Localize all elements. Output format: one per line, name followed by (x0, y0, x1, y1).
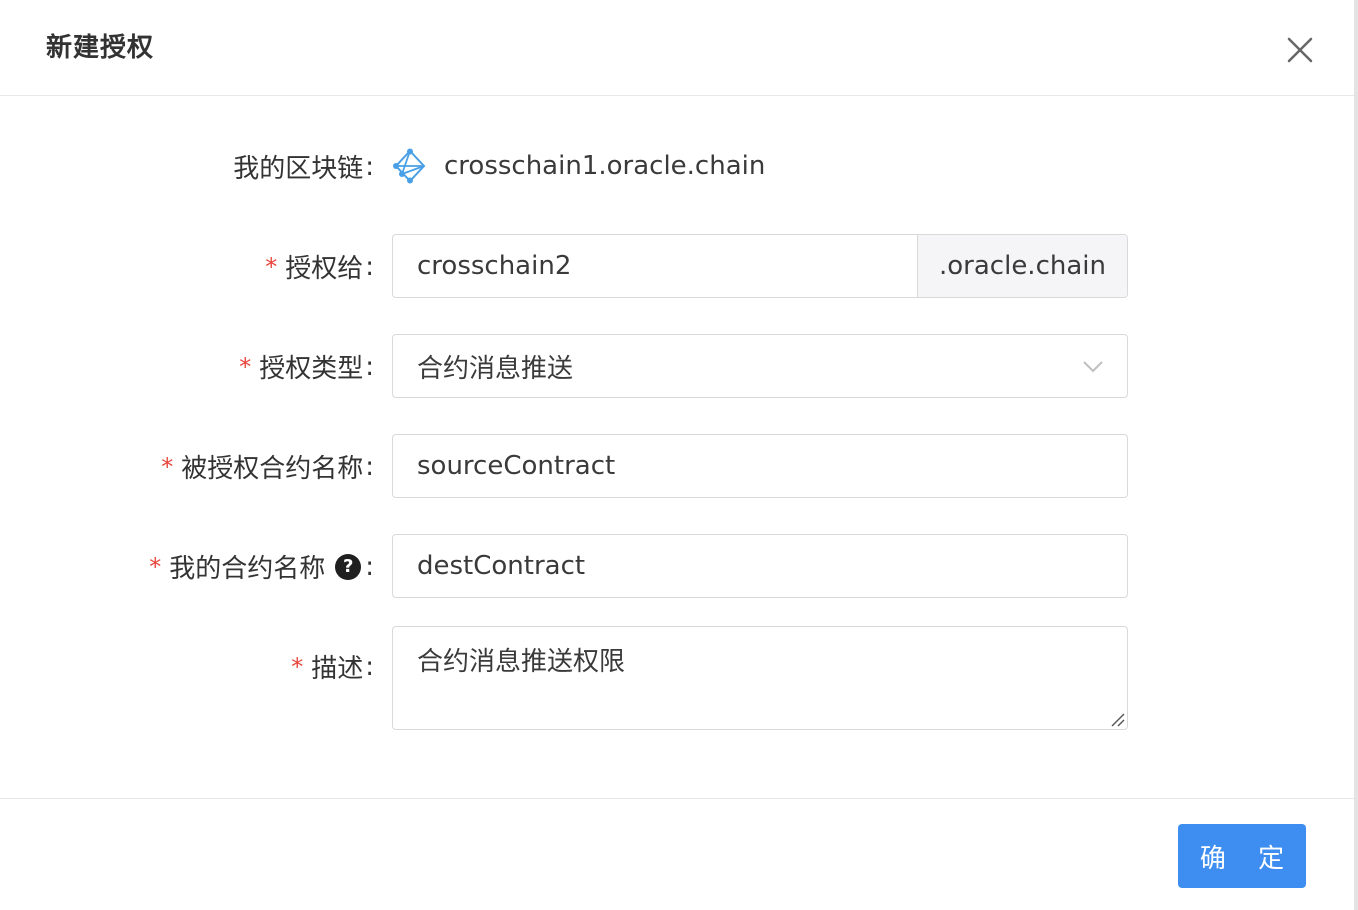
chevron-down-icon (1083, 361, 1103, 373)
label-colon: : (365, 651, 374, 682)
chain-network-icon (393, 148, 426, 184)
close-icon (1287, 37, 1313, 63)
new-authorization-dialog: 新建授权 我的区块链: crosschain1.oracle.chain * 授… (0, 0, 1358, 910)
form-row-auth-type: * 授权类型: 合约消息推送 (0, 334, 1354, 398)
auth-type-selected-value: 合约消息推送 (417, 353, 574, 384)
label-colon: : (365, 151, 374, 182)
form-row-my-chain: 我的区块链: crosschain1.oracle.chain (0, 148, 1354, 188)
required-mark: * (265, 252, 278, 281)
my-contract-label-text: 我的合约名称 (169, 554, 326, 584)
required-mark: * (161, 452, 174, 481)
confirm-button[interactable]: 确 定 (1178, 824, 1306, 888)
form-row-description: * 描述: 合约消息推送权限 (0, 626, 1354, 730)
label-colon: : (365, 551, 374, 582)
my-contract-input[interactable]: destContract (392, 534, 1128, 598)
auth-type-label-text: 授权类型 (259, 354, 364, 384)
auth-type-label: * 授权类型: (239, 348, 374, 385)
label-colon: : (365, 351, 374, 382)
description-textarea[interactable]: 合约消息推送权限 (392, 626, 1128, 730)
dialog-title: 新建授权 (46, 33, 155, 63)
chain-suffix-addon: .oracle.chain (917, 235, 1127, 297)
resize-handle-icon[interactable] (1109, 711, 1125, 727)
form-row-my-contract: * 我的合约名称?: destContract (0, 534, 1354, 598)
my-chain-label-text: 我的区块链 (233, 154, 364, 184)
grant-to-label: * 授权给: (265, 248, 374, 285)
required-mark: * (239, 352, 252, 381)
description-label: * 描述: (291, 648, 374, 685)
grant-to-label-text: 授权给 (285, 254, 364, 284)
granted-contract-input[interactable]: sourceContract (392, 434, 1128, 498)
dialog-footer: 确 定 (0, 798, 1354, 910)
question-circle-icon[interactable]: ? (335, 553, 362, 580)
scrollbar-track (1354, 0, 1358, 910)
granted-contract-label: * 被授权合约名称: (161, 448, 374, 485)
my-chain-label: 我的区块链: (233, 148, 374, 185)
my-contract-input-value: destContract (417, 551, 586, 581)
granted-contract-label-text: 被授权合约名称 (181, 454, 364, 484)
label-colon: : (365, 451, 374, 482)
my-chain-value: crosschain1.oracle.chain (444, 151, 766, 181)
description-textarea-value: 合约消息推送权限 (417, 647, 626, 677)
description-label-text: 描述 (311, 654, 364, 684)
granted-contract-input-value: sourceContract (417, 451, 616, 481)
dialog-header: 新建授权 (0, 0, 1354, 96)
close-button[interactable] (1284, 34, 1316, 66)
auth-type-select[interactable]: 合约消息推送 (392, 334, 1128, 398)
grant-to-input-value: crosschain2 (417, 251, 572, 281)
my-contract-label: * 我的合约名称?: (149, 548, 374, 585)
form-row-grant-to: * 授权给: crosschain2 .oracle.chain (0, 234, 1354, 298)
required-mark: * (149, 552, 162, 581)
form-row-granted-contract: * 被授权合约名称: sourceContract (0, 434, 1354, 498)
label-colon: : (365, 251, 374, 282)
required-mark: * (291, 652, 304, 681)
my-chain-display: crosschain1.oracle.chain (392, 148, 765, 184)
grant-to-input[interactable]: crosschain2 .oracle.chain (392, 234, 1128, 298)
